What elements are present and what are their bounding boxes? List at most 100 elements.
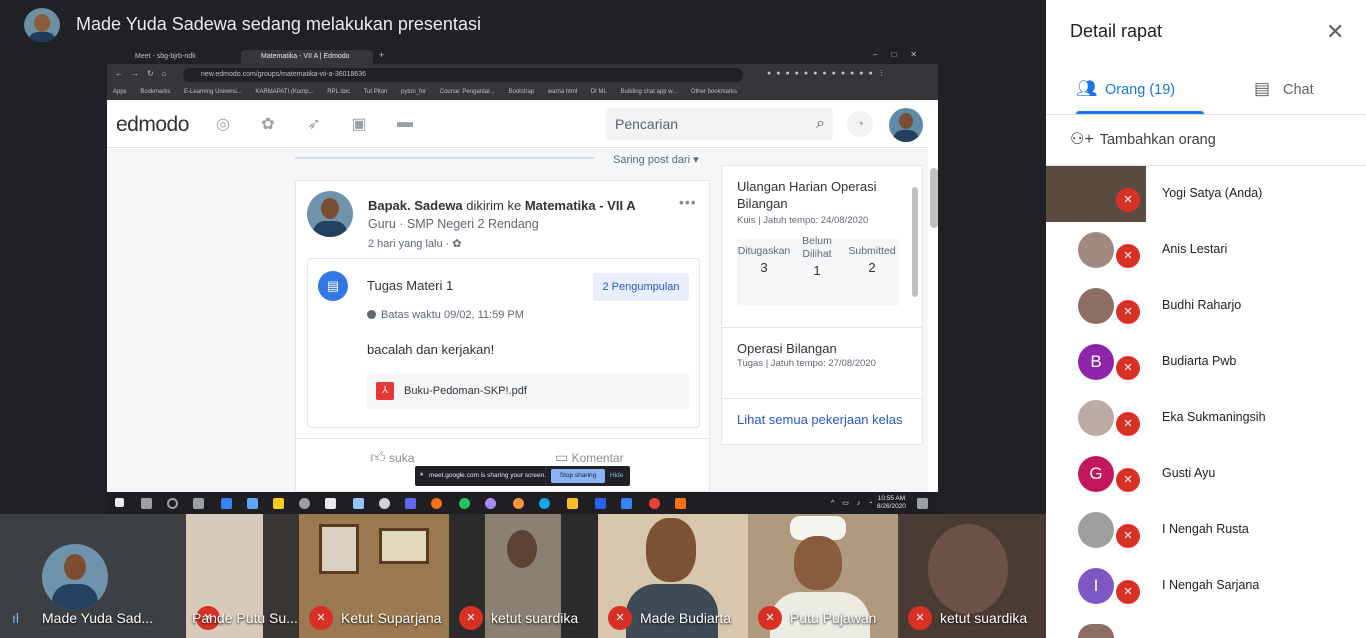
participant-row[interactable]: ✕ Budhi Raharjo bbox=[1046, 278, 1366, 334]
due-item-title[interactable]: Operasi Bilangan bbox=[737, 340, 907, 357]
participant-tile[interactable]: ✕ Ketut Suparjana bbox=[299, 514, 449, 638]
add-people-button[interactable]: ⚇+ Tambahkan orang bbox=[1070, 129, 1216, 149]
submissions-button[interactable]: 2 Pengumpulan bbox=[593, 273, 689, 301]
post-group[interactable]: Matematika - VII A bbox=[525, 198, 636, 213]
unreal-icon[interactable] bbox=[379, 498, 390, 509]
discover-icon[interactable]: ➶ bbox=[305, 114, 323, 133]
bookmark-item[interactable]: KARMAPATI (Kump... bbox=[255, 89, 313, 95]
comment-button[interactable]: ▭ Komentar bbox=[555, 449, 624, 466]
sticky-notes-icon[interactable] bbox=[273, 498, 284, 509]
participant-tile[interactable]: ✕ Made Budiarta bbox=[598, 514, 748, 638]
bookmark-item[interactable]: Course: Pengantar... bbox=[440, 89, 495, 95]
messages-icon[interactable]: ▬ bbox=[396, 114, 414, 132]
edmodo-logo[interactable]: edmodo bbox=[116, 113, 189, 137]
tab-people[interactable]: 👥︎ Orang (19) bbox=[1076, 66, 1206, 114]
terminal-icon[interactable] bbox=[325, 498, 336, 509]
participant-row[interactable]: ✕ I Nengah Rusta bbox=[1046, 502, 1366, 558]
window-controls-icon[interactable]: –□✕ bbox=[873, 50, 931, 59]
see-all-link[interactable]: Lihat semua pekerjaan kelas bbox=[737, 412, 903, 427]
bookmark-item[interactable]: E-Learning Universi... bbox=[184, 89, 242, 95]
bookmark-item[interactable]: Building chat app w... bbox=[621, 89, 678, 95]
attachment[interactable]: ⅄ Buku-Pedoman-SKP!.pdf bbox=[367, 373, 689, 409]
participant-tile[interactable]: ✕ ketut suardika bbox=[898, 514, 1046, 638]
close-icon[interactable]: ✕ bbox=[1326, 19, 1344, 45]
bookmark-item[interactable]: Bookmarks bbox=[140, 89, 170, 95]
xampp-icon[interactable] bbox=[675, 498, 686, 509]
notification-bell-icon[interactable]: ◔ bbox=[847, 111, 873, 137]
taskbar-clock[interactable]: 10:55 AM 8/26/2020 bbox=[877, 495, 906, 511]
notification-center-icon[interactable] bbox=[917, 498, 928, 509]
search-input[interactable]: Pencarian ⌕ bbox=[605, 108, 833, 140]
bookmark-item[interactable]: Tut Piton bbox=[364, 89, 388, 95]
calendar-icon[interactable] bbox=[221, 498, 232, 509]
participant-tile[interactable]: ✕ ketut suardika bbox=[449, 514, 598, 638]
tab-chat[interactable]: ▤ Chat bbox=[1254, 66, 1344, 114]
bookmark-item[interactable]: Apps bbox=[113, 89, 127, 95]
steam-icon[interactable] bbox=[353, 498, 364, 509]
blender-icon[interactable] bbox=[431, 498, 442, 509]
bookmark-item[interactable]: Other bookmarks bbox=[691, 89, 737, 95]
assignment-icon: ▤ bbox=[318, 271, 348, 301]
firefox-icon[interactable] bbox=[513, 498, 524, 509]
hide-button[interactable]: Hide bbox=[610, 472, 623, 479]
groups-icon[interactable]: ✿ bbox=[259, 114, 277, 133]
cortana-icon[interactable] bbox=[167, 498, 178, 509]
windows-taskbar: ^ ▭ ♪ ◔ 10:55 AM 8/26/2020 bbox=[107, 492, 938, 514]
bookmark-item[interactable]: RPL doc bbox=[327, 89, 350, 95]
user-avatar[interactable] bbox=[889, 108, 923, 142]
obs-icon[interactable] bbox=[299, 498, 310, 509]
scrollbar[interactable] bbox=[912, 187, 918, 297]
search-icon[interactable]: ⌕ bbox=[816, 115, 825, 133]
file-explorer-icon[interactable] bbox=[567, 498, 578, 509]
url-field[interactable]: new.edmodo.com/groups/matematika-vii-a-3… bbox=[183, 68, 743, 82]
face bbox=[646, 518, 696, 582]
globe-icon[interactable]: ◎ bbox=[214, 114, 232, 133]
participant-row[interactable]: ✕ Anis Lestari bbox=[1046, 222, 1366, 278]
participant-row[interactable]: B ✕ Budiarta Pwb bbox=[1046, 334, 1366, 390]
nav-buttons-icon[interactable]: ←→↻⌂ bbox=[115, 69, 175, 78]
mail-icon[interactable] bbox=[247, 498, 258, 509]
participant-tile[interactable]: ıl Made Yuda Sad... bbox=[0, 514, 186, 638]
attachment-name[interactable]: Buku-Pedoman-SKP!.pdf bbox=[404, 385, 527, 397]
discord-icon[interactable] bbox=[405, 498, 416, 509]
chrome-icon[interactable] bbox=[649, 498, 660, 509]
post-author-avatar[interactable] bbox=[307, 191, 353, 237]
participant-tile[interactable]: ✕ Putu Pujawan bbox=[748, 514, 898, 638]
participant-tile[interactable]: ✕ Pande Putu Su... bbox=[186, 514, 299, 638]
bookmark-item[interactable]: pyton_for bbox=[401, 89, 426, 95]
extension-icons[interactable]: ●●●●●●●●●●●●⋮ bbox=[767, 69, 927, 79]
participant-row[interactable]: G ✕ Gusti Ayu bbox=[1046, 446, 1366, 502]
vscode-icon[interactable] bbox=[621, 498, 632, 509]
search-icon[interactable] bbox=[141, 498, 152, 509]
panel-title: Detail rapat bbox=[1070, 21, 1163, 41]
edge-icon[interactable] bbox=[539, 498, 550, 509]
bookmark-item[interactable]: DI ML bbox=[591, 89, 607, 95]
post-author-name[interactable]: Bapak. Sadewa bbox=[368, 198, 463, 213]
browser-tab-meet[interactable]: Meet - sbg-bjrb-ndk bbox=[115, 50, 235, 64]
feed-filter-dropdown[interactable]: Saring post dari ▾ bbox=[613, 153, 699, 166]
assignment-title[interactable]: Tugas Materi 1 bbox=[367, 278, 453, 293]
like-button[interactable]: 👍︎ suka bbox=[370, 449, 414, 467]
more-options-icon[interactable]: ••• bbox=[679, 194, 697, 210]
participant-row[interactable]: ✕ Yogi Satya (Anda) bbox=[1046, 166, 1366, 222]
assignment-due: Batas waktu 09/02, 11:59 PM bbox=[367, 309, 524, 321]
spotify-icon[interactable] bbox=[459, 498, 470, 509]
new-tab-icon[interactable]: + bbox=[379, 50, 384, 60]
task-view-icon[interactable] bbox=[193, 498, 204, 509]
start-icon[interactable] bbox=[115, 498, 124, 507]
participant-row[interactable]: I ✕ I Nengah Sarjana bbox=[1046, 558, 1366, 614]
bookmark-item[interactable]: warna html bbox=[548, 89, 577, 95]
add-person-icon: ⚇+ bbox=[1070, 131, 1094, 148]
assignment-card[interactable]: ▤ Tugas Materi 1 2 Pengumpulan Batas wak… bbox=[307, 258, 700, 428]
participant-row[interactable]: ✕ Eka Sukmaningsih bbox=[1046, 390, 1366, 446]
due-item-title[interactable]: Ulangan Harian Operasi Bilangan bbox=[737, 178, 907, 212]
page-scrollbar[interactable] bbox=[930, 168, 938, 228]
stop-sharing-button[interactable]: Stop sharing bbox=[551, 469, 605, 483]
browser-tab-edmodo[interactable]: Matematika - VII A | Edmodo bbox=[241, 50, 373, 64]
bookmark-item[interactable]: Bootstrap bbox=[508, 89, 534, 95]
library-icon[interactable]: ▣ bbox=[350, 114, 368, 133]
github-icon[interactable] bbox=[485, 498, 496, 509]
speaking-indicator-icon: ıl bbox=[12, 610, 19, 626]
tray-icons[interactable]: ^ ▭ ♪ ◔ bbox=[831, 499, 875, 507]
word-icon[interactable] bbox=[595, 498, 606, 509]
